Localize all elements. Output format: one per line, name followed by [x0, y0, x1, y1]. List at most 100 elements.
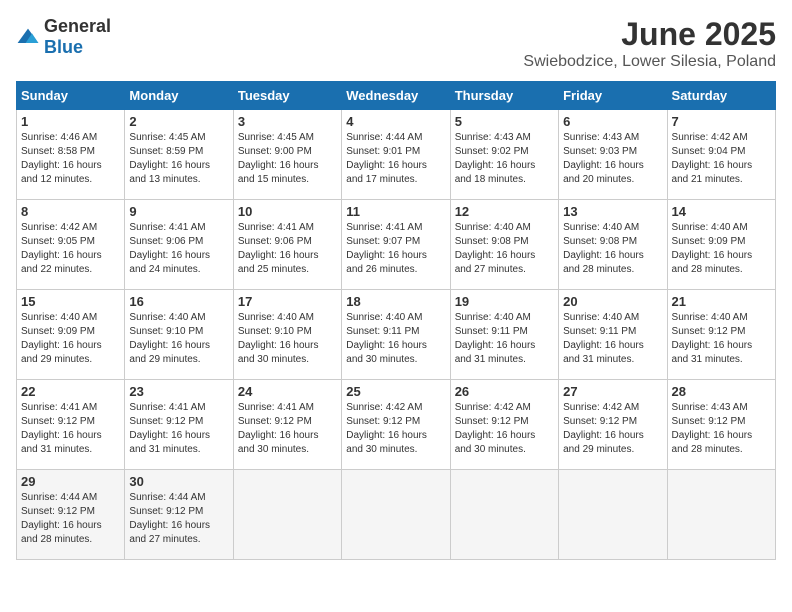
day-number: 6 — [563, 114, 662, 129]
col-tuesday: Tuesday — [233, 82, 341, 110]
cell-content: Sunrise: 4:41 AM Sunset: 9:07 PM Dayligh… — [346, 221, 445, 277]
table-row: 21Sunrise: 4:40 AM Sunset: 9:12 PM Dayli… — [667, 290, 775, 380]
table-row: 10Sunrise: 4:41 AM Sunset: 9:06 PM Dayli… — [233, 200, 341, 290]
table-row — [342, 470, 450, 560]
day-number: 27 — [563, 384, 662, 399]
table-row — [450, 470, 558, 560]
cell-content: Sunrise: 4:40 AM Sunset: 9:08 PM Dayligh… — [563, 221, 662, 277]
day-number: 3 — [238, 114, 337, 129]
day-number: 26 — [455, 384, 554, 399]
month-title: June 2025 — [523, 16, 776, 53]
day-number: 30 — [129, 474, 228, 489]
day-number: 17 — [238, 294, 337, 309]
col-thursday: Thursday — [450, 82, 558, 110]
table-row: 25 Sunrise: 4:42 AM Sunset: 9:12 PM Dayli… — [342, 380, 450, 470]
col-sunday: Sunday — [17, 82, 125, 110]
table-row: 14Sunrise: 4:40 AM Sunset: 9:09 PM Dayli… — [667, 200, 775, 290]
day-number: 16 — [129, 294, 228, 309]
table-row: 7 Sunrise: 4:42 AM Sunset: 9:04 PM Daylig… — [667, 110, 775, 200]
table-row: 27 Sunrise: 4:42 AM Sunset: 9:12 PM Dayli… — [559, 380, 667, 470]
table-row: 19 Sunrise: 4:40 AM Sunset: 9:11 PM Dayli… — [450, 290, 558, 380]
table-row: 3 Sunrise: 4:45 AM Sunset: 9:00 PM Daylig… — [233, 110, 341, 200]
cell-content: Sunrise: 4:42 AM Sunset: 9:12 PM Dayligh… — [455, 401, 554, 457]
day-number: 13 — [563, 204, 662, 219]
cell-content: Sunrise: 4:43 AM Sunset: 9:12 PM Dayligh… — [672, 401, 771, 457]
day-number: 10 — [238, 204, 337, 219]
table-row: 8Sunrise: 4:42 AM Sunset: 9:05 PM Daylig… — [17, 200, 125, 290]
table-row: 22 Sunrise: 4:41 AM Sunset: 9:12 PM Dayli… — [17, 380, 125, 470]
table-row: 12 Sunrise: 4:40 AM Sunset: 9:08 PM Dayli… — [450, 200, 558, 290]
cell-content: Sunrise: 4:40 AM Sunset: 9:11 PM Dayligh… — [563, 311, 662, 367]
day-number: 9 — [129, 204, 228, 219]
calendar-week-3: 22 Sunrise: 4:41 AM Sunset: 9:12 PM Dayli… — [17, 380, 776, 470]
cell-content: Sunrise: 4:41 AM Sunset: 9:12 PM Dayligh… — [238, 401, 337, 457]
day-number: 7 — [672, 114, 771, 129]
cell-content: Sunrise: 4:40 AM Sunset: 9:10 PM Dayligh… — [129, 311, 228, 367]
cell-content: Sunrise: 4:41 AM Sunset: 9:12 PM Dayligh… — [21, 401, 120, 457]
cell-content: Sunrise: 4:40 AM Sunset: 9:08 PM Dayligh… — [455, 221, 554, 277]
table-row: 20 Sunrise: 4:40 AM Sunset: 9:11 PM Dayli… — [559, 290, 667, 380]
cell-content: Sunrise: 4:44 AM Sunset: 9:12 PM Dayligh… — [129, 491, 228, 547]
logo-text: General Blue — [44, 16, 111, 58]
table-row: 16 Sunrise: 4:40 AM Sunset: 9:10 PM Dayli… — [125, 290, 233, 380]
cell-content: Sunrise: 4:42 AM Sunset: 9:12 PM Dayligh… — [563, 401, 662, 457]
logo-blue: Blue — [44, 37, 83, 57]
table-row: 28 Sunrise: 4:43 AM Sunset: 9:12 PM Dayli… — [667, 380, 775, 470]
table-row: 30 Sunrise: 4:44 AM Sunset: 9:12 PM Dayli… — [125, 470, 233, 560]
cell-content: Sunrise: 4:42 AM Sunset: 9:12 PM Dayligh… — [346, 401, 445, 457]
day-number: 20 — [563, 294, 662, 309]
table-row: 11 Sunrise: 4:41 AM Sunset: 9:07 PM Dayli… — [342, 200, 450, 290]
cell-content: Sunrise: 4:44 AM Sunset: 9:01 PM Dayligh… — [346, 131, 445, 187]
cell-content: Sunrise: 4:46 AM Sunset: 8:58 PM Dayligh… — [21, 131, 120, 187]
cell-content: Sunrise: 4:42 AM Sunset: 9:05 PM Dayligh… — [21, 221, 120, 277]
cell-content: Sunrise: 4:43 AM Sunset: 9:02 PM Dayligh… — [455, 131, 554, 187]
table-row: 13 Sunrise: 4:40 AM Sunset: 9:08 PM Dayli… — [559, 200, 667, 290]
cell-content: Sunrise: 4:42 AM Sunset: 9:04 PM Dayligh… — [672, 131, 771, 187]
col-friday: Friday — [559, 82, 667, 110]
day-number: 14 — [672, 204, 771, 219]
day-number: 22 — [21, 384, 120, 399]
logo-general: General — [44, 16, 111, 36]
table-row: 24 Sunrise: 4:41 AM Sunset: 9:12 PM Dayli… — [233, 380, 341, 470]
calendar-table: Sunday Monday Tuesday Wednesday Thursday… — [16, 81, 776, 560]
cell-content: Sunrise: 4:40 AM Sunset: 9:10 PM Dayligh… — [238, 311, 337, 367]
col-wednesday: Wednesday — [342, 82, 450, 110]
cell-content: Sunrise: 4:41 AM Sunset: 9:12 PM Dayligh… — [129, 401, 228, 457]
table-row: 5 Sunrise: 4:43 AM Sunset: 9:02 PM Daylig… — [450, 110, 558, 200]
day-number: 5 — [455, 114, 554, 129]
table-row: 17 Sunrise: 4:40 AM Sunset: 9:10 PM Dayli… — [233, 290, 341, 380]
title-area: June 2025 Swiebodzice, Lower Silesia, Po… — [523, 16, 776, 71]
calendar-week-0: 1Sunrise: 4:46 AM Sunset: 8:58 PM Daylig… — [17, 110, 776, 200]
day-number: 28 — [672, 384, 771, 399]
cell-content: Sunrise: 4:40 AM Sunset: 9:12 PM Dayligh… — [672, 311, 771, 367]
table-row: 2 Sunrise: 4:45 AM Sunset: 8:59 PM Daylig… — [125, 110, 233, 200]
col-monday: Monday — [125, 82, 233, 110]
logo: General Blue — [16, 16, 111, 58]
header-row: Sunday Monday Tuesday Wednesday Thursday… — [17, 82, 776, 110]
table-row: 23Sunrise: 4:41 AM Sunset: 9:12 PM Dayli… — [125, 380, 233, 470]
cell-content: Sunrise: 4:40 AM Sunset: 9:11 PM Dayligh… — [346, 311, 445, 367]
day-number: 11 — [346, 204, 445, 219]
calendar-week-2: 15Sunrise: 4:40 AM Sunset: 9:09 PM Dayli… — [17, 290, 776, 380]
cell-content: Sunrise: 4:45 AM Sunset: 9:00 PM Dayligh… — [238, 131, 337, 187]
day-number: 2 — [129, 114, 228, 129]
day-number: 12 — [455, 204, 554, 219]
day-number: 19 — [455, 294, 554, 309]
cell-content: Sunrise: 4:40 AM Sunset: 9:11 PM Dayligh… — [455, 311, 554, 367]
cell-content: Sunrise: 4:44 AM Sunset: 9:12 PM Dayligh… — [21, 491, 120, 547]
table-row: 29Sunrise: 4:44 AM Sunset: 9:12 PM Dayli… — [17, 470, 125, 560]
day-number: 4 — [346, 114, 445, 129]
table-row — [233, 470, 341, 560]
day-number: 18 — [346, 294, 445, 309]
cell-content: Sunrise: 4:45 AM Sunset: 8:59 PM Dayligh… — [129, 131, 228, 187]
location-title: Swiebodzice, Lower Silesia, Poland — [523, 53, 776, 71]
logo-icon — [16, 27, 40, 47]
table-row: 6Sunrise: 4:43 AM Sunset: 9:03 PM Daylig… — [559, 110, 667, 200]
cell-content: Sunrise: 4:40 AM Sunset: 9:09 PM Dayligh… — [21, 311, 120, 367]
table-row: 18 Sunrise: 4:40 AM Sunset: 9:11 PM Dayli… — [342, 290, 450, 380]
table-row: 15Sunrise: 4:40 AM Sunset: 9:09 PM Dayli… — [17, 290, 125, 380]
col-saturday: Saturday — [667, 82, 775, 110]
day-number: 25 — [346, 384, 445, 399]
calendar-week-1: 8Sunrise: 4:42 AM Sunset: 9:05 PM Daylig… — [17, 200, 776, 290]
day-number: 24 — [238, 384, 337, 399]
